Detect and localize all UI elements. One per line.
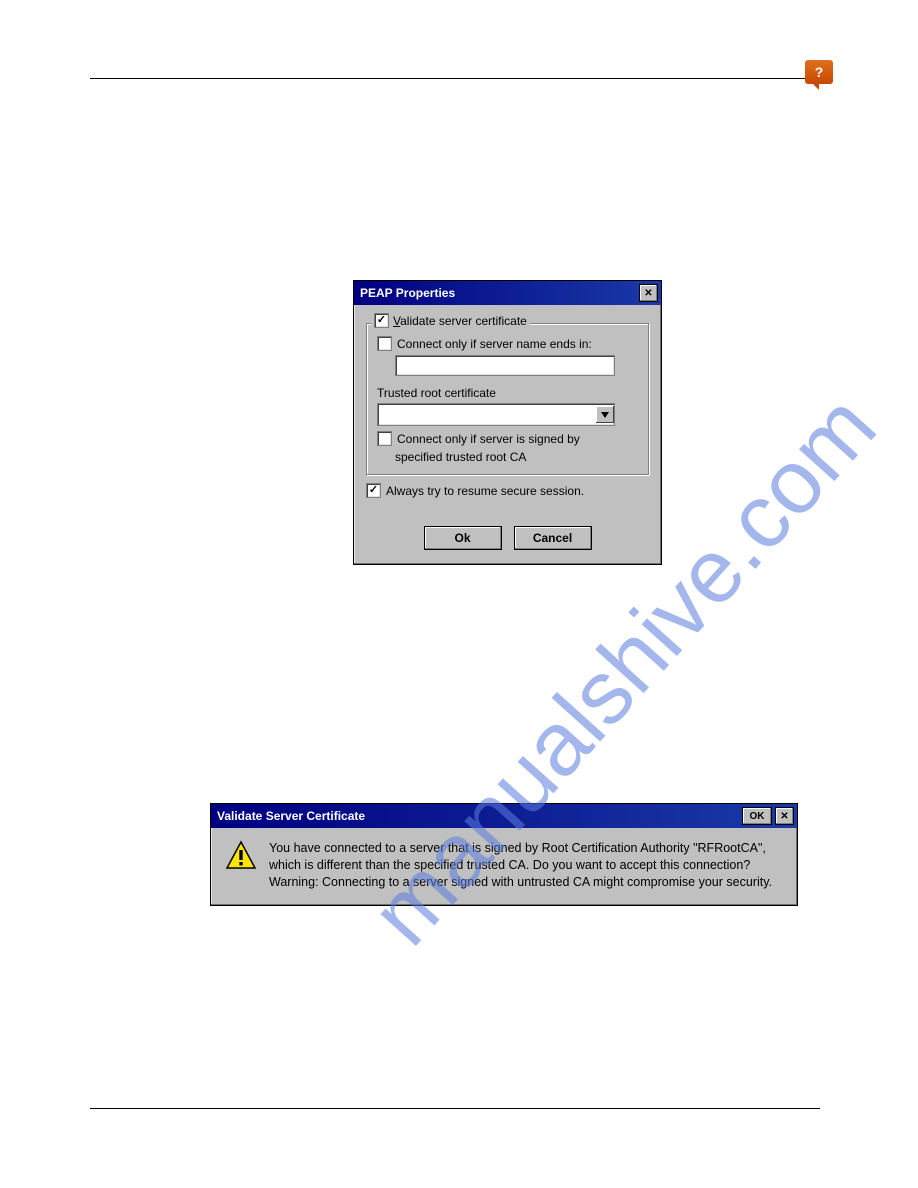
validate-server-dialog: Validate Server Certificate OK ✕ You hav… <box>210 803 798 906</box>
button-row: Ok Cancel <box>366 526 649 550</box>
footer-rule <box>90 1108 820 1109</box>
trusted-root-label: Trusted root certificate <box>377 386 638 400</box>
peap-title: PEAP Properties <box>360 286 455 300</box>
connect-signed-checkbox[interactable] <box>377 431 392 446</box>
warning-icon <box>225 840 257 872</box>
ok-button[interactable]: Ok <box>424 526 502 550</box>
connect-signed-row[interactable]: Connect only if server is signed by <box>377 431 638 446</box>
close-icon[interactable]: ✕ <box>639 284 658 302</box>
connect-name-checkbox[interactable] <box>377 336 392 351</box>
peap-body: ✓ Validate server certificate Connect on… <box>354 305 661 564</box>
validate-titlebar: Validate Server Certificate OK ✕ <box>211 804 797 828</box>
help-icon[interactable]: ? <box>805 60 833 84</box>
chevron-down-icon[interactable] <box>595 406 614 423</box>
connect-name-row[interactable]: Connect only if server name ends in: <box>377 336 638 351</box>
connect-signed-label1: Connect only if server is signed by <box>397 432 580 446</box>
validate-title: Validate Server Certificate <box>217 809 365 823</box>
validate-message: You have connected to a server that is s… <box>269 840 783 891</box>
validate-fieldset: ✓ Validate server certificate Connect on… <box>366 323 649 475</box>
server-name-input[interactable] <box>395 355 615 376</box>
validate-checkbox-row[interactable]: ✓ Validate server certificate <box>371 313 530 328</box>
titlebar-ok-button[interactable]: OK <box>742 807 772 825</box>
peap-titlebar: PEAP Properties ✕ <box>354 281 661 305</box>
peap-properties-dialog: PEAP Properties ✕ ✓ Validate server cert… <box>353 280 662 565</box>
validate-message-1: You have connected to a server that is s… <box>269 841 766 872</box>
validate-body: You have connected to a server that is s… <box>211 828 797 905</box>
resume-row[interactable]: ✓ Always try to resume secure session. <box>366 483 649 498</box>
connect-name-label: Connect only if server name ends in: <box>397 337 592 351</box>
resume-checkbox[interactable]: ✓ <box>366 483 381 498</box>
connect-signed-label2: specified trusted root CA <box>377 450 638 464</box>
trusted-root-combo[interactable] <box>377 403 615 426</box>
header-rule <box>90 78 820 79</box>
resume-label: Always try to resume secure session. <box>386 484 584 498</box>
cancel-button[interactable]: Cancel <box>514 526 592 550</box>
validate-message-2: Warning: Connecting to a server signed w… <box>269 875 772 889</box>
validate-checkbox[interactable]: ✓ <box>374 313 389 328</box>
validate-label: Validate server certificate <box>393 314 527 328</box>
close-icon[interactable]: ✕ <box>775 807 794 825</box>
